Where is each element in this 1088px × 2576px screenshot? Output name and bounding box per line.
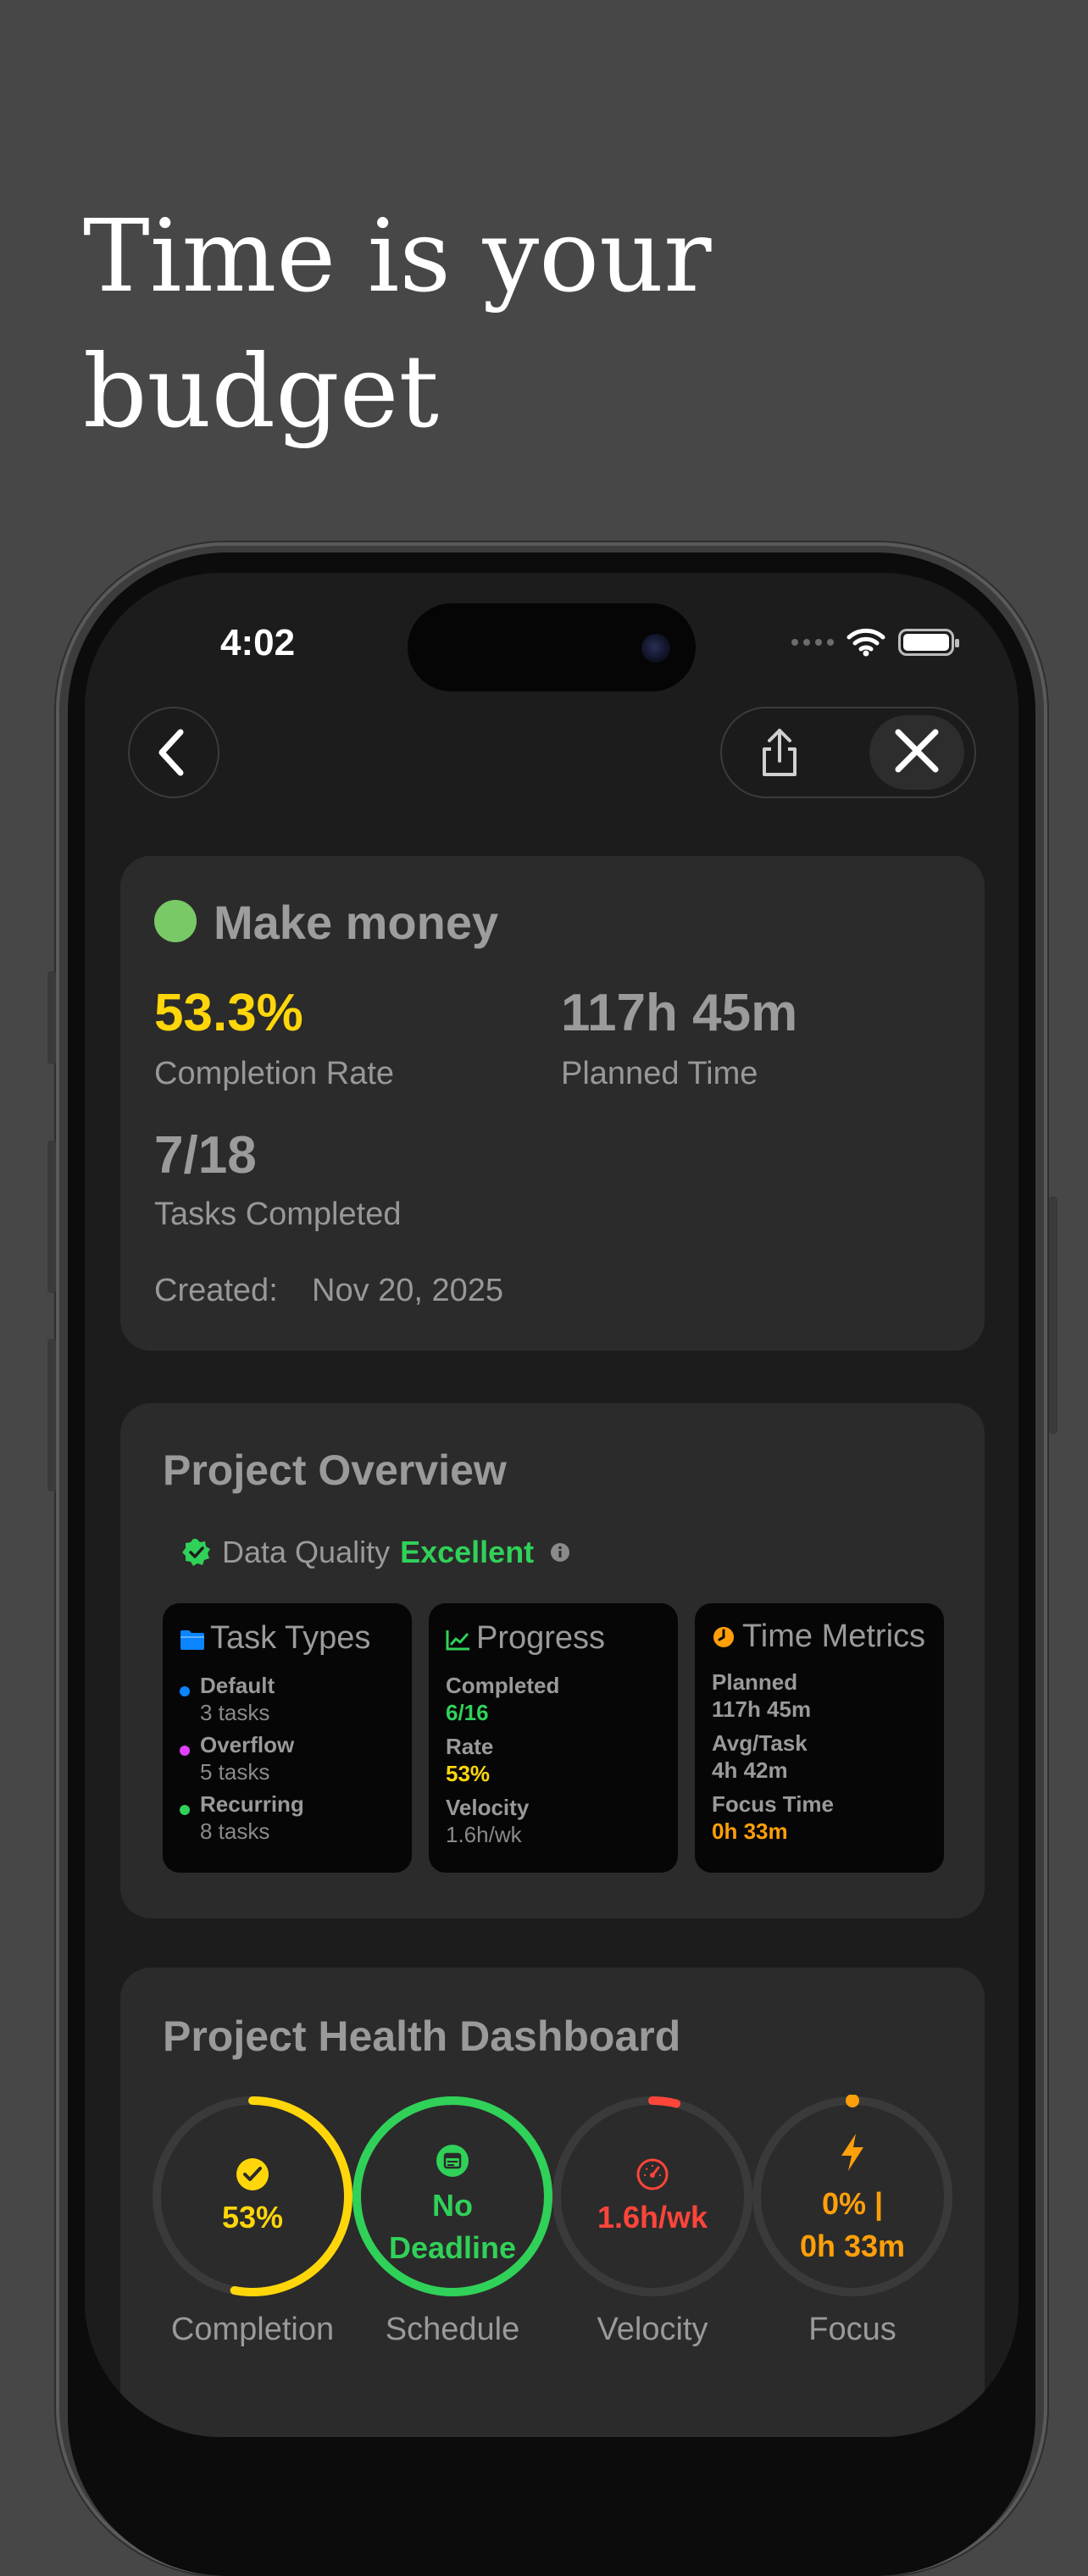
status-icons (791, 625, 959, 659)
close-icon (895, 729, 939, 773)
status-time: 4:02 (220, 622, 296, 663)
planned-time-label: Planned Time (561, 1056, 758, 1091)
progress-completed-label: Completed (446, 1673, 560, 1698)
task-type-overflow-name: Overflow (200, 1732, 295, 1757)
velocity-ring (552, 2096, 752, 2296)
close-button[interactable] (869, 715, 964, 790)
completion-gauge-label: Completion (170, 2312, 335, 2347)
wifi-icon (847, 628, 885, 657)
chart-line-icon (446, 1630, 469, 1651)
time-focus-label: Focus Time (712, 1791, 835, 1817)
info-icon[interactable] (549, 1541, 571, 1563)
schedule-gauge-label: Schedule (385, 2312, 520, 2347)
share-close-group (720, 707, 976, 798)
task-types-title: Task Types (210, 1620, 371, 1656)
data-quality-value: Excellent (400, 1535, 535, 1569)
folder-icon (180, 1630, 204, 1650)
task-type-overflow-count: 5 tasks (200, 1759, 270, 1785)
progress-completed-value: 6/16 (446, 1700, 489, 1725)
time-planned-value: 117h 45m (712, 1696, 812, 1722)
data-quality-label: Data Quality (222, 1535, 391, 1569)
schedule-gauge-line2: Deadline (388, 2230, 517, 2265)
data-quality-row: Data Quality Excellent (181, 1527, 571, 1578)
chevron-left-icon (158, 729, 184, 776)
focus-gauge-line1: 0% | (821, 2186, 884, 2221)
time-metrics-panel: Time Metrics Planned 117h 45m Avg/Task 4… (695, 1603, 944, 1873)
signal-icon (791, 639, 834, 646)
overflow-bullet (180, 1746, 190, 1756)
velocity-gauge-value: 1.6h/wk (597, 2200, 708, 2235)
progress-panel: Progress Completed 6/16 Rate 53% Velocit… (429, 1603, 678, 1873)
project-summary-card: Make money 53.3% Completion Rate 117h 45… (120, 856, 985, 1351)
volume-down-button (47, 1339, 56, 1491)
calendar-icon (436, 2145, 469, 2177)
task-type-recurring-count: 8 tasks (200, 1818, 270, 1844)
progress-title: Progress (476, 1620, 606, 1656)
created-date: Nov 20, 2025 (312, 1273, 504, 1308)
task-type-recurring-name: Recurring (200, 1791, 304, 1817)
progress-rate-value: 53% (446, 1761, 491, 1786)
lightning-bolt-icon (841, 2134, 863, 2171)
speedometer-icon (636, 2158, 669, 2190)
front-camera-icon (641, 634, 670, 663)
planned-time-value: 117h 45m (561, 984, 798, 1042)
completion-rate-value: 53.3% (154, 984, 303, 1042)
progress-velocity-value: 1.6h/wk (446, 1822, 522, 1847)
velocity-gauge-label: Velocity (597, 2312, 708, 2347)
clock-icon (713, 1627, 734, 1647)
project-name: Make money (214, 896, 499, 949)
progress-velocity-label: Velocity (446, 1795, 530, 1820)
completion-rate-label: Completion Rate (154, 1056, 395, 1091)
action-button (47, 971, 56, 1064)
schedule-gauge-line1: No (432, 2188, 473, 2223)
velocity-gauge[interactable]: 1.6h/wk (551, 2095, 754, 2298)
focus-gauge-label: Focus (808, 2312, 896, 2347)
focus-ring-start-dot (846, 2094, 859, 2107)
tasks-completed-label: Tasks Completed (154, 1196, 402, 1232)
headline-line-1: Time is your (83, 197, 712, 314)
task-type-default-count: 3 tasks (200, 1700, 270, 1725)
time-avg-label: Avg/Task (712, 1730, 808, 1756)
checkmark-circle-icon (236, 2158, 269, 2190)
volume-up-button (47, 1141, 56, 1293)
app-screen: 4:02 Make money 53.3% Completion Rate 11… (85, 573, 1019, 2437)
battery-icon (898, 629, 959, 656)
schedule-gauge-text: No Deadline (351, 2185, 554, 2269)
progress-rate-label: Rate (446, 1734, 494, 1759)
power-button (1049, 1196, 1057, 1434)
time-focus-value: 0h 33m (712, 1818, 788, 1844)
share-icon (763, 729, 797, 776)
default-bullet (180, 1686, 190, 1696)
verified-badge-icon (182, 1539, 210, 1566)
share-button[interactable] (737, 715, 822, 790)
back-button[interactable] (128, 707, 219, 798)
focus-gauge-text: 0% | 0h 33m (751, 2183, 954, 2268)
completion-gauge[interactable]: 53% (151, 2095, 354, 2298)
project-overview-card: Project Overview Data Quality Excellent … (120, 1403, 985, 1918)
time-avg-value: 4h 42m (712, 1757, 788, 1783)
focus-gauge-line2: 0h 33m (799, 2229, 906, 2263)
project-color-dot (154, 900, 197, 942)
task-type-default-name: Default (200, 1673, 275, 1698)
project-health-title: Project Health Dashboard (163, 2012, 681, 2060)
dynamic-island (408, 603, 696, 691)
project-health-card: Project Health Dashboard 53% No Deadline… (120, 1968, 985, 2437)
marketing-headline: Time is your budget (83, 188, 712, 459)
focus-gauge[interactable]: 0% | 0h 33m (751, 2094, 954, 2298)
schedule-gauge[interactable]: No Deadline (351, 2095, 554, 2298)
task-types-panel: Task Types Default 3 tasks Overflow 5 ta… (163, 1603, 412, 1873)
recurring-bullet (180, 1805, 190, 1815)
time-planned-label: Planned (712, 1669, 798, 1695)
completion-ring (153, 2096, 352, 2296)
time-metrics-title: Time Metrics (742, 1618, 926, 1654)
tasks-completed-value: 7/18 (154, 1126, 257, 1185)
headline-line-2: budget (83, 333, 439, 450)
completion-gauge-value: 53% (221, 2200, 284, 2235)
project-overview-title: Project Overview (163, 1446, 507, 1494)
created-label: Created: (154, 1273, 278, 1308)
